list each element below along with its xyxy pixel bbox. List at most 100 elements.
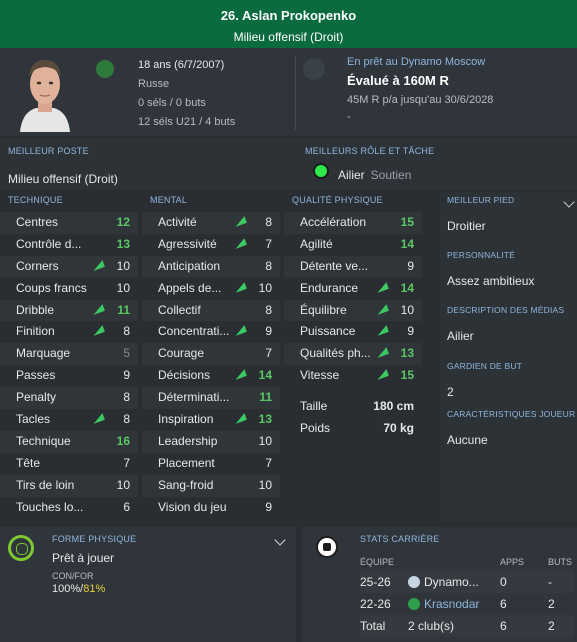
attribute-name: Détente ve... xyxy=(300,258,369,273)
attribute-value: 9 xyxy=(407,324,414,339)
attribute-value: 11 xyxy=(117,302,130,317)
best-role-label[interactable]: MEILLEURS RÔLE ET TÂCHE xyxy=(305,146,434,156)
chevron-down-icon[interactable] xyxy=(563,196,575,208)
attribute-row[interactable]: Placement 7 xyxy=(142,453,280,475)
attribute-row[interactable]: Leadership 10 xyxy=(142,430,280,453)
attribute-row[interactable]: Détente ve... 9 xyxy=(284,255,422,278)
confor-label: CON/FOR xyxy=(52,571,94,581)
table-row[interactable]: 22-26 Krasnodar 6 2 xyxy=(360,593,574,615)
attribute-row[interactable]: Sang-froid 10 xyxy=(142,474,280,497)
attribute-row[interactable]: Appels de... 10 xyxy=(142,278,280,300)
attribute-row[interactable]: Vitesse 15 xyxy=(284,365,422,387)
attribute-row[interactable]: Déterminati... 11 xyxy=(142,387,280,410)
height-row: Taille 180 cm xyxy=(284,395,422,417)
attribute-name: Endurance xyxy=(300,280,359,295)
attribute-row[interactable]: Marquage 5 xyxy=(0,343,138,366)
attribute-value: 7 xyxy=(265,236,272,251)
attribute-row[interactable]: Tête 7 xyxy=(0,453,138,475)
attribute-value: 8 xyxy=(123,390,130,405)
table-row[interactable]: 25-26 Dynamo... 0 - xyxy=(360,571,574,593)
attribute-row[interactable]: Passes 9 xyxy=(0,365,138,387)
goalkeeper-value: 2 xyxy=(447,385,454,399)
attribute-row[interactable]: Agressivité 7 xyxy=(142,234,280,256)
loan-status-link[interactable]: En prêt au Dynamo Moscow xyxy=(347,56,493,68)
attribute-row[interactable]: Centres 12 xyxy=(0,212,138,234)
player-youth-caps: 12 séls U21 / 4 buts xyxy=(138,116,236,128)
attribute-name: Corners xyxy=(16,258,59,273)
attribute-name: Décisions xyxy=(158,368,211,383)
attribute-row[interactable]: Tirs de loin 10 xyxy=(0,474,138,497)
club-crest-icon xyxy=(408,598,420,610)
attribute-row[interactable]: Endurance 14 xyxy=(284,278,422,300)
best-foot-label: MEILLEUR PIED xyxy=(447,195,515,205)
team-name[interactable]: Krasnodar xyxy=(424,597,479,611)
career-table-header: ÉQUIPE APPS BUTS xyxy=(360,553,574,571)
attribute-row[interactable]: Équilibre 10 xyxy=(284,299,422,322)
attribute-row[interactable]: Accélération 15 xyxy=(284,212,422,234)
attribute-value: 7 xyxy=(265,346,272,361)
total-row: Total 2 club(s) 6 2 xyxy=(360,615,574,637)
traits-label: CARACTÉRISTIQUES JOUEUR xyxy=(447,409,576,419)
player-value: Évalué à 160M R xyxy=(347,73,449,88)
mental-label: MENTAL xyxy=(150,195,188,205)
media-value: Ailier xyxy=(447,329,474,343)
attribute-row[interactable]: Coups francs 10 xyxy=(0,278,138,300)
attribute-row[interactable]: Puissance 9 xyxy=(284,321,422,343)
attribute-row[interactable]: Touches lo... 6 xyxy=(0,497,138,519)
apps: 6 xyxy=(500,597,507,611)
condition-value: 100% xyxy=(52,583,81,595)
attribute-name: Finition xyxy=(16,324,55,339)
attribute-row[interactable]: Inspiration 13 xyxy=(142,409,280,431)
best-position[interactable]: MEILLEUR POSTE Milieu offensif (Droit) xyxy=(8,146,118,186)
attribute-row[interactable]: Concentrati... 9 xyxy=(142,321,280,343)
goalkeeper: GARDIEN DE BUT 2 xyxy=(447,361,522,399)
attribute-row[interactable]: Technique 16 xyxy=(0,430,138,453)
fitness-info: FORME PHYSIQUE Prêt à jouer CON/FOR 100%… xyxy=(52,534,136,595)
attribute-value: 9 xyxy=(265,324,272,339)
attribute-row[interactable]: Penalty 8 xyxy=(0,387,138,410)
attribute-name: Contrôle d... xyxy=(16,236,82,251)
attribute-row[interactable]: Vision du jeu 9 xyxy=(142,497,280,519)
role-suitability-icon xyxy=(313,163,329,179)
attribute-row[interactable]: Corners 10 xyxy=(0,255,138,278)
best-foot-value: Droitier xyxy=(447,219,486,233)
attribute-value: 7 xyxy=(123,455,130,470)
best-position-label[interactable]: MEILLEUR POSTE xyxy=(8,146,118,156)
attribute-name: Vitesse xyxy=(300,368,340,383)
attribute-row[interactable]: Courage 7 xyxy=(142,343,280,366)
attribute-name: Dribble xyxy=(16,302,55,317)
team-cell[interactable]: Dynamo... xyxy=(408,571,479,593)
attribute-row[interactable]: Finition 8 xyxy=(0,321,138,343)
attribute-value: 10 xyxy=(258,477,272,492)
attribute-name: Vision du jeu xyxy=(158,499,227,514)
attribute-value: 9 xyxy=(407,258,414,273)
attribute-row[interactable]: Contrôle d... 13 xyxy=(0,234,138,256)
player-info-bar: 18 ans (6/7/2007) Russe 0 séls / 0 buts … xyxy=(0,48,577,136)
attribute-value: 14 xyxy=(258,368,272,383)
attributes-panel: TECHNIQUE Centres 12 Contrôle d... 13 Corner… xyxy=(0,192,440,522)
attribute-row[interactable]: Activité 8 xyxy=(142,212,280,234)
club-crest-icon xyxy=(408,576,420,588)
chevron-down-icon[interactable] xyxy=(274,534,286,546)
fitness-status: Prêt à jouer xyxy=(52,551,115,565)
attribute-row[interactable]: Tacles 8 xyxy=(0,409,138,431)
team-name[interactable]: Dynamo... xyxy=(424,575,479,589)
attribute-row[interactable]: Anticipation 8 xyxy=(142,255,280,278)
club-crest-icon[interactable] xyxy=(303,58,325,80)
attribute-row[interactable]: Qualités ph... 13 xyxy=(284,343,422,366)
attribute-row[interactable]: Dribble 11 xyxy=(0,299,138,322)
attribute-name: Concentrati... xyxy=(158,324,230,339)
player-header: 26. Aslan Prokopenko Milieu offensif (Dr… xyxy=(0,0,577,48)
best-role[interactable]: MEILLEURS RÔLE ET TÂCHE Ailier Soutien xyxy=(305,146,434,182)
media-label: DESCRIPTION DES MÉDIAS xyxy=(447,305,565,315)
attribute-row[interactable]: Décisions 14 xyxy=(142,365,280,387)
attribute-row[interactable]: Collectif 8 xyxy=(142,299,280,322)
attribute-row[interactable]: Agilité 14 xyxy=(284,234,422,256)
attribute-value: 14 xyxy=(400,280,414,295)
player-details-sidebar: MEILLEUR PIED Droitier PERSONNALITÉ Asse… xyxy=(440,192,577,522)
attribute-name: Sang-froid xyxy=(158,477,214,492)
attribute-name: Qualités ph... xyxy=(300,346,371,361)
technique-column: TECHNIQUE Centres 12 Contrôle d... 13 Corner… xyxy=(0,192,138,518)
team-cell[interactable]: Krasnodar xyxy=(408,593,479,615)
career-stats-label[interactable]: STATS CARRIÈRE xyxy=(360,534,439,544)
